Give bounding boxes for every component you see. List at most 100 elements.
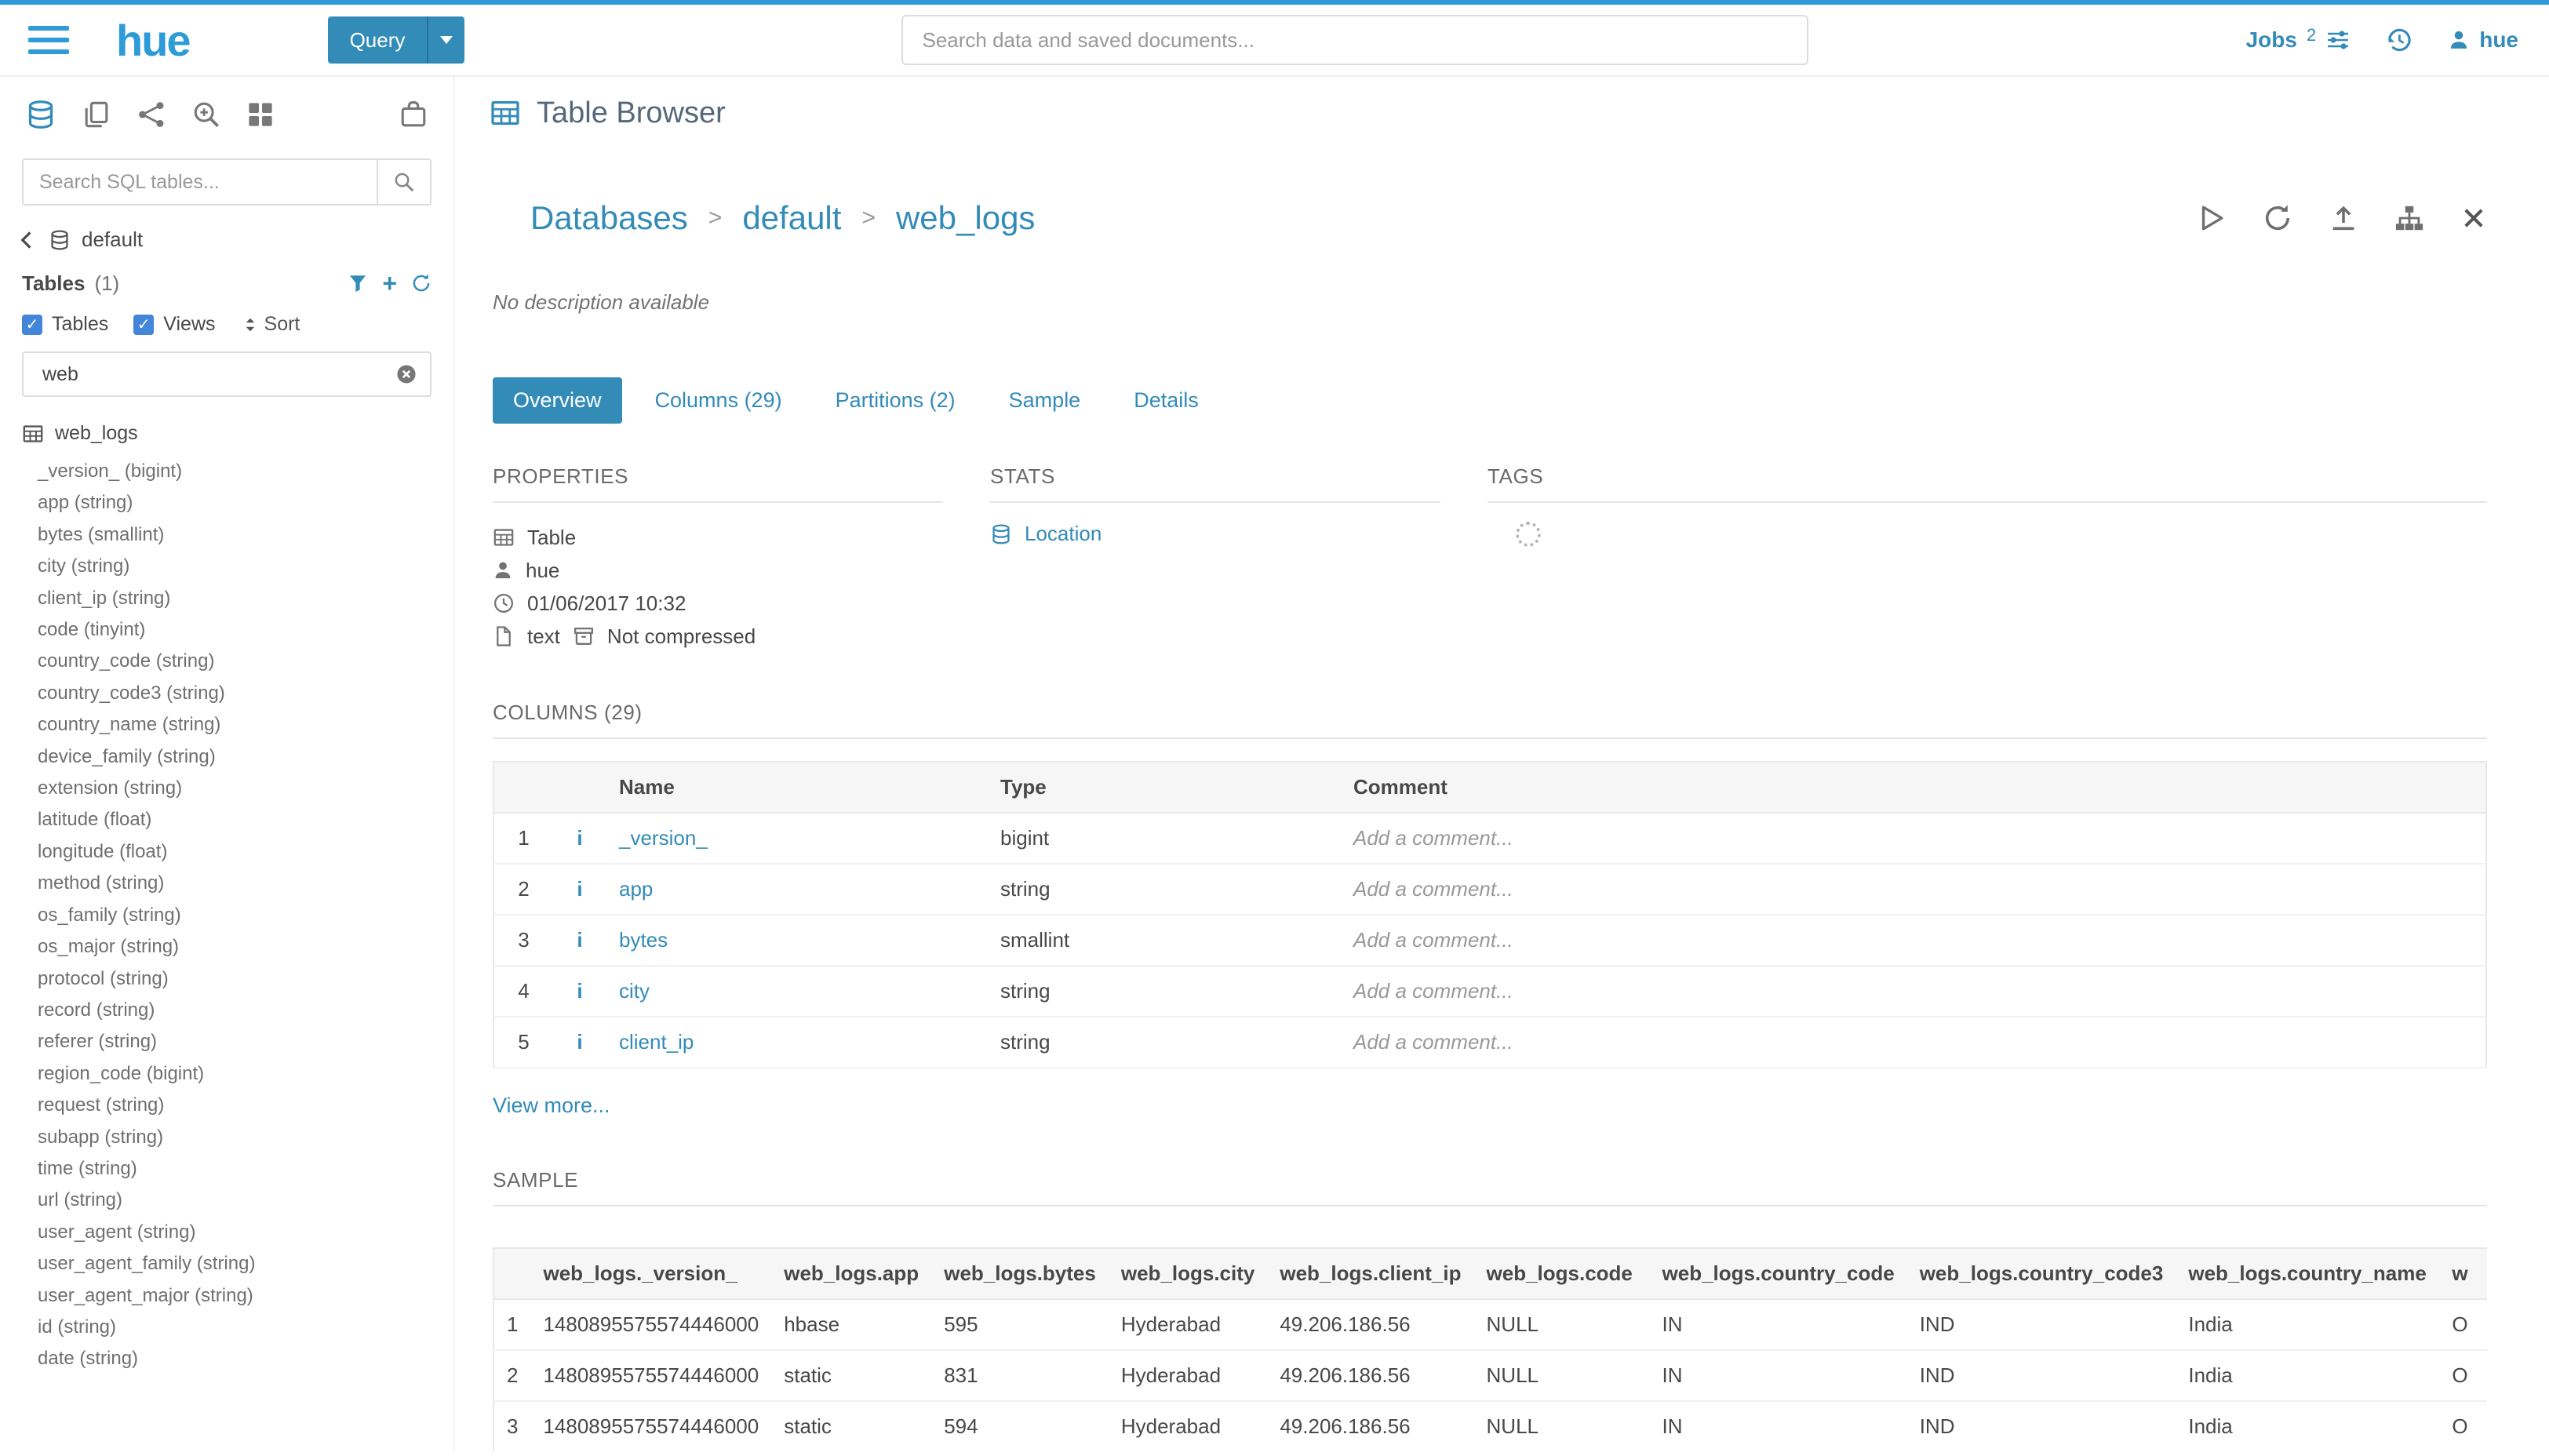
query-button[interactable]: Query [328, 16, 465, 64]
sidebar-column-item[interactable]: city (string) [38, 551, 453, 582]
view-more-link[interactable]: View more... [493, 1094, 610, 1118]
sidebar-column-item[interactable]: date (string) [38, 1343, 453, 1374]
sidebar-column-item[interactable]: method (string) [38, 868, 453, 899]
sample-column-header: w [2439, 1248, 2487, 1299]
global-search-input[interactable] [901, 15, 1808, 65]
workflow-icon[interactable] [137, 100, 166, 129]
clear-filter-icon[interactable] [395, 363, 417, 385]
column-comment[interactable]: Add a comment... [1341, 966, 2486, 1017]
sidebar-column-item[interactable]: user_agent (string) [38, 1217, 453, 1248]
column-name-link[interactable]: _version_ [619, 826, 708, 850]
breadcrumb-database[interactable]: default [742, 199, 841, 237]
back-chevron-icon[interactable] [16, 229, 38, 251]
sql-assist-icon[interactable] [25, 99, 56, 130]
sample-table-scroll[interactable]: web_logs._version_ web_logs.app web_logs… [493, 1225, 2487, 1451]
history-icon[interactable] [2385, 26, 2413, 54]
sidebar-column-item[interactable]: time (string) [38, 1153, 453, 1185]
documents-icon[interactable] [82, 100, 111, 129]
column-name-link[interactable]: client_ip [619, 1030, 694, 1054]
sidebar-column-item[interactable]: referer (string) [38, 1026, 453, 1057]
column-name-link[interactable]: app [619, 877, 653, 901]
tables-checkbox[interactable]: ✓ [22, 315, 42, 335]
stats-heading: STATS [990, 464, 1440, 503]
sidebar-column-item[interactable]: country_name (string) [38, 709, 453, 741]
table-description[interactable]: No description available [493, 290, 2487, 315]
table-browser-icon [490, 97, 521, 129]
info-icon[interactable]: i [577, 979, 582, 1003]
breadcrumb-databases[interactable]: Databases [530, 199, 688, 237]
sample-header-blank [493, 1248, 530, 1299]
tab-partitions[interactable]: Partitions (2) [815, 377, 976, 424]
hue-logo[interactable]: hue [116, 15, 190, 66]
jobs-menu[interactable]: Jobs 2 [2246, 27, 2351, 53]
column-name-link[interactable]: city [619, 979, 650, 1003]
sidebar-column-item[interactable]: user_agent_major (string) [38, 1280, 453, 1312]
sidebar-table-web-logs[interactable]: web_logs [0, 410, 453, 453]
info-icon[interactable]: i [577, 928, 582, 952]
sidebar-column-item[interactable]: longitude (float) [38, 836, 453, 868]
breadcrumb-table[interactable]: web_logs [896, 199, 1035, 237]
column-comment[interactable]: Add a comment... [1341, 813, 2486, 864]
sidebar-column-item[interactable]: url (string) [38, 1185, 453, 1216]
column-comment[interactable]: Add a comment... [1341, 864, 2486, 915]
column-comment[interactable]: Add a comment... [1341, 915, 2486, 966]
table-filter-input[interactable] [39, 362, 395, 388]
sidebar-column-item[interactable]: latitude (float) [38, 804, 453, 835]
sidebar-column-item[interactable]: extension (string) [38, 773, 453, 804]
sidebar-column-item[interactable]: protocol (string) [38, 963, 453, 995]
column-comment[interactable]: Add a comment... [1341, 1017, 2486, 1068]
sample-cell: NULL [1474, 1401, 1650, 1451]
lineage-icon[interactable] [2394, 203, 2424, 233]
sidebar-column-item[interactable]: client_ip (string) [38, 583, 453, 614]
query-dropdown-toggle[interactable] [427, 16, 464, 64]
tab-details[interactable]: Details [1113, 377, 1219, 424]
add-table-icon[interactable]: + [382, 271, 397, 296]
column-type: string [988, 1017, 1341, 1068]
sidebar-column-item[interactable]: bytes (smallint) [38, 519, 453, 551]
sidebar-column-item[interactable]: code (tinyint) [38, 614, 453, 646]
sample-cell: NULL [1474, 1350, 1650, 1401]
refresh-icon[interactable] [2263, 203, 2292, 233]
query-table-icon[interactable] [2197, 203, 2227, 233]
apps-grid-icon[interactable] [246, 100, 275, 129]
current-database[interactable]: default [82, 228, 143, 252]
tab-overview[interactable]: Overview [493, 377, 622, 424]
sidebar-column-item[interactable]: country_code (string) [38, 646, 453, 677]
sidebar-column-item[interactable]: subapp (string) [38, 1122, 453, 1153]
sidebar-column-item[interactable]: os_major (string) [38, 931, 453, 963]
filter-funnel-icon[interactable] [348, 273, 368, 293]
sidebar-column-item[interactable]: os_family (string) [38, 900, 453, 931]
column-name-link[interactable]: bytes [619, 928, 668, 952]
sidebar-column-item[interactable]: request (string) [38, 1090, 453, 1121]
sidebar-column-item[interactable]: app (string) [38, 487, 453, 519]
sort-toggle[interactable]: Sort [241, 313, 300, 336]
columns-table-row: 1 i _version_ bigint Add a comment... [493, 813, 2486, 864]
sample-cell: 595 [931, 1299, 1109, 1350]
sidebar-column-item[interactable]: user_agent_family (string) [38, 1248, 453, 1279]
info-icon[interactable]: i [577, 1030, 582, 1054]
sidebar-column-item[interactable]: _version_ (bigint) [38, 456, 453, 487]
columns-table-row: 2 i app string Add a comment... [493, 864, 2486, 915]
collections-bag-icon[interactable] [399, 100, 428, 129]
tab-sample[interactable]: Sample [989, 377, 1102, 424]
close-icon[interactable] [2460, 205, 2487, 231]
info-icon[interactable]: i [577, 826, 582, 850]
sidebar-column-item[interactable]: region_code (bigint) [38, 1058, 453, 1090]
tab-columns[interactable]: Columns (29) [635, 377, 803, 424]
sidebar-column-item[interactable]: id (string) [38, 1312, 453, 1343]
sidebar-column-item[interactable]: record (string) [38, 995, 453, 1026]
query-button-label[interactable]: Query [328, 16, 428, 64]
sql-tables-search-button[interactable] [377, 160, 430, 204]
views-checkbox[interactable]: ✓ [133, 315, 154, 335]
search-zoom-icon[interactable] [191, 100, 221, 129]
sidebar-column-item[interactable]: country_code3 (string) [38, 678, 453, 709]
info-icon[interactable]: i [577, 877, 582, 901]
refresh-tables-icon[interactable] [411, 273, 432, 293]
hamburger-menu-icon[interactable] [28, 26, 69, 54]
sort-label: Sort [264, 313, 300, 336]
sidebar-column-item[interactable]: device_family (string) [38, 741, 453, 773]
import-icon[interactable] [2329, 203, 2358, 233]
sql-tables-search-input[interactable] [24, 171, 377, 194]
user-menu[interactable]: hue [2448, 27, 2518, 53]
location-link[interactable]: Location [990, 522, 1440, 546]
